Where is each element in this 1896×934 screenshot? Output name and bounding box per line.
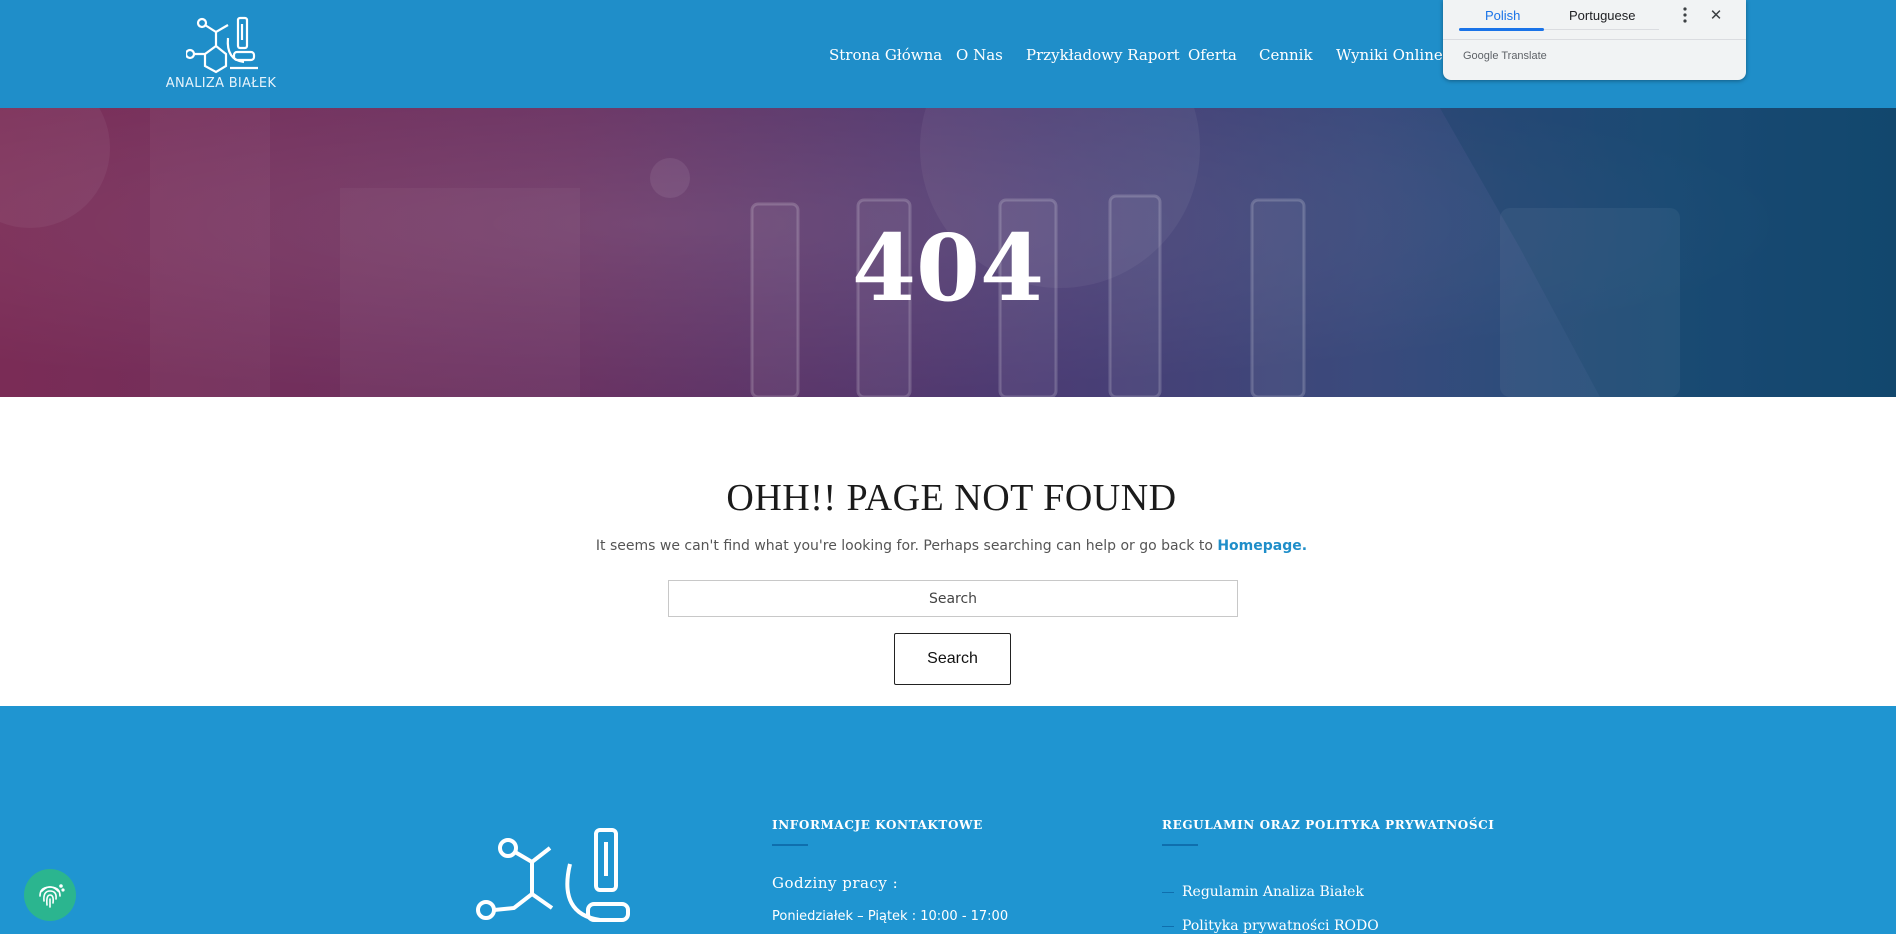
more-vertical-icon[interactable]: [1675, 4, 1695, 26]
google-translate-popup: Polish Portuguese ✕ Google Translate: [1443, 0, 1746, 80]
nav-item-sample-report[interactable]: Przykładowy Raport: [1026, 46, 1180, 64]
homepage-link[interactable]: Homepage.: [1217, 538, 1307, 554]
site-footer: INFORMACJE KONTAKTOWE Godziny pracy : Po…: [0, 706, 1896, 934]
nav-item-pricing[interactable]: Cennik: [1259, 46, 1313, 64]
hours-value: Poniedziałek – Piątek : 10:00 - 17:00: [772, 909, 1009, 924]
close-icon[interactable]: ✕: [1705, 4, 1727, 26]
terms-link[interactable]: Regulamin Analiza Białek: [1162, 884, 1364, 904]
contact-heading: INFORMACJE KONTAKTOWE: [772, 818, 983, 832]
molecule-microscope-icon: [186, 16, 258, 74]
nav-item-online-results[interactable]: Wyniki Online: [1336, 46, 1443, 64]
footer-logo-icon: [476, 828, 630, 922]
heading-underline: [772, 844, 808, 846]
search-input[interactable]: [668, 580, 1238, 617]
google-translate-brand: Google Translate: [1463, 50, 1547, 62]
active-tab-indicator: [1459, 28, 1544, 31]
nav-item-home[interactable]: Strona Główna: [829, 46, 942, 64]
logo-text: ANALIZA BIAŁEK: [165, 76, 277, 91]
nav-item-offer[interactable]: Oferta: [1188, 46, 1237, 64]
not-found-text: It seems we can't find what you're looki…: [595, 538, 1213, 554]
tab-polish[interactable]: Polish: [1485, 8, 1520, 23]
fingerprint-accessibility-button[interactable]: [24, 869, 76, 921]
page-not-found-title: OHH!! PAGE NOT FOUND: [726, 477, 1177, 519]
list-dash: [1162, 891, 1174, 893]
heading-underline: [1162, 844, 1198, 846]
site-logo[interactable]: ANALIZA BIAŁEK: [160, 16, 282, 96]
list-dash: [1162, 925, 1174, 927]
tab-portuguese[interactable]: Portuguese: [1569, 8, 1636, 23]
fingerprint-icon: [39, 884, 65, 908]
hours-label: Godziny pracy :: [772, 874, 899, 892]
divider: [1443, 39, 1746, 40]
policy-heading: REGULAMIN ORAZ POLITYKA PRYWATNOŚCI: [1162, 818, 1495, 832]
nav-item-about[interactable]: O Nas: [956, 46, 1003, 64]
not-found-message: It seems we can't find what you're looki…: [0, 538, 1896, 554]
hero-title-404: 404: [851, 214, 1045, 322]
search-button[interactable]: Search: [894, 633, 1011, 685]
privacy-policy-link[interactable]: Polityka prywatności RODO: [1162, 918, 1379, 934]
hero-banner: 404: [0, 108, 1896, 397]
